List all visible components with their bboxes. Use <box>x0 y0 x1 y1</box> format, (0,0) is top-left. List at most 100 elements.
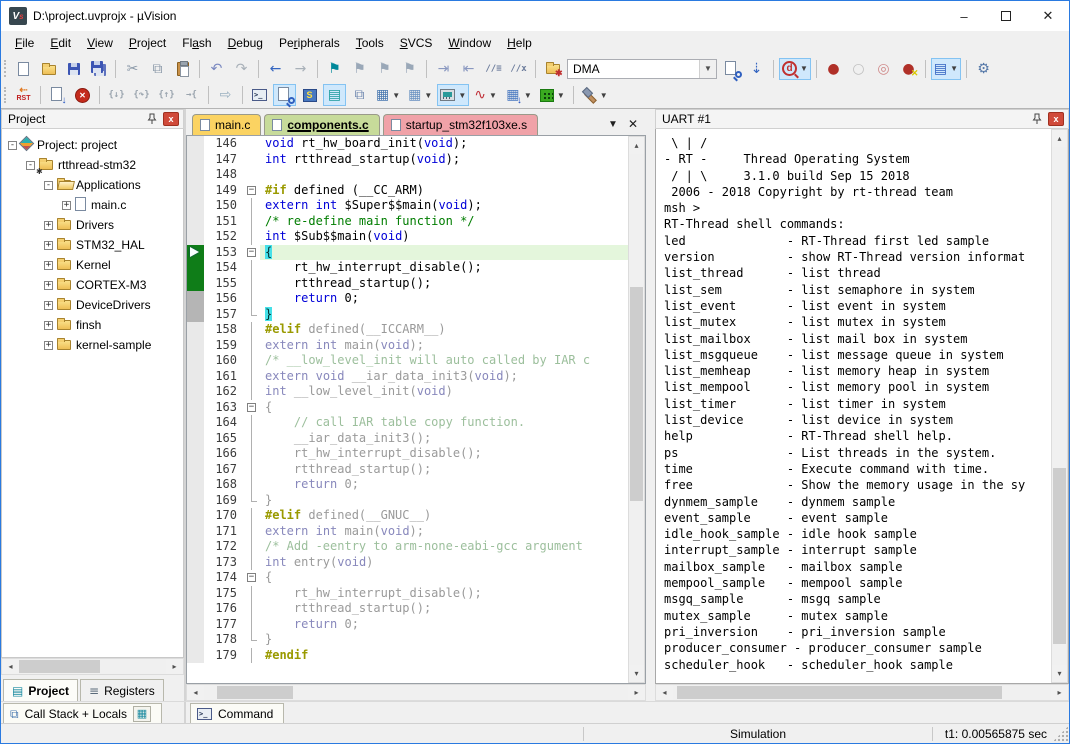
cut-button[interactable]: ✂ <box>121 58 144 80</box>
tree-expander-icon[interactable]: + <box>62 201 71 210</box>
run-button[interactable]: ↓ <box>46 84 69 106</box>
code-text[interactable]: { <box>260 400 628 416</box>
code-text[interactable]: /* Add -eentry to arm-none-eabi-gcc argu… <box>260 539 628 555</box>
code-text[interactable]: void rt_hw_board_init(void); <box>260 136 628 152</box>
tree-item-drivers[interactable]: +Drivers <box>2 215 183 235</box>
scroll-track[interactable] <box>204 685 628 700</box>
code-text[interactable]: rtthread_startup(); <box>260 601 628 617</box>
tab-list-dropdown-icon[interactable]: ▼ <box>608 119 618 130</box>
scroll-track[interactable] <box>673 685 1051 700</box>
code-line-163[interactable]: 163−{ <box>187 400 628 416</box>
code-text[interactable]: int entry(void) <box>260 555 628 571</box>
tree-item-finsh[interactable]: +finsh <box>2 315 183 335</box>
step-into-button[interactable]: {↓} <box>105 84 128 106</box>
code-line-168[interactable]: 168 return 0; <box>187 477 628 493</box>
menu-window[interactable]: Window <box>440 33 499 53</box>
code-line-169[interactable]: 169} <box>187 493 628 509</box>
redo-button[interactable]: ↷ <box>230 58 253 80</box>
tree-item-kernel[interactable]: +Kernel <box>2 255 183 275</box>
navigate-back-button[interactable]: ← <box>264 58 287 80</box>
tools-button[interactable]: ▼ <box>579 84 611 106</box>
code-text[interactable]: #if defined (__CC_ARM) <box>260 183 628 199</box>
code-line-164[interactable]: 164 // call IAR table copy function. <box>187 415 628 431</box>
uart-horizontal-scrollbar[interactable]: ◂ ▸ <box>655 684 1069 701</box>
menu-svcs[interactable]: SVCS <box>392 33 441 53</box>
editor-vertical-scrollbar[interactable]: ▴ ▾ <box>628 136 645 683</box>
close-button[interactable]: ✕ <box>1027 1 1069 31</box>
scroll-left-icon[interactable]: ◂ <box>656 685 673 700</box>
code-text[interactable]: /* __low_level_init will auto called by … <box>260 353 628 369</box>
fold-margin[interactable]: − <box>245 570 260 586</box>
tree-expander-icon[interactable]: + <box>44 321 53 330</box>
code-line-149[interactable]: 149−#if defined (__CC_ARM) <box>187 183 628 199</box>
step-out-button[interactable]: {↑} <box>155 84 178 106</box>
code-line-172[interactable]: 172/* Add -eentry to arm-none-eabi-gcc a… <box>187 539 628 555</box>
tree-item-devicedrivers[interactable]: +DeviceDrivers <box>2 295 183 315</box>
editor-uart-splitter[interactable] <box>646 109 655 701</box>
editor-horizontal-scrollbar[interactable]: ◂ ▸ <box>186 684 646 701</box>
editor-tab-main-c[interactable]: main.c <box>192 114 261 135</box>
maximize-button[interactable] <box>985 1 1027 31</box>
code-line-177[interactable]: 177 return 0; <box>187 617 628 633</box>
code-line-160[interactable]: 160/* __low_level_init will auto called … <box>187 353 628 369</box>
undo-button[interactable]: ↶ <box>205 58 228 80</box>
find-next-button[interactable] <box>720 58 743 80</box>
menu-tools[interactable]: Tools <box>348 33 392 53</box>
tree-expander-icon[interactable]: + <box>44 281 53 290</box>
menu-help[interactable]: Help <box>499 33 540 53</box>
analysis-windows-button[interactable]: ∿▼ <box>471 84 500 106</box>
editor-tab-startup-stm32f103xe-s[interactable]: startup_stm32f103xe.s <box>383 114 538 135</box>
editor-tab-components-c[interactable]: components.c <box>264 114 379 135</box>
code-text[interactable]: #elif defined(__ICCARM__) <box>260 322 628 338</box>
incremental-find-button[interactable]: ⇣ <box>745 58 768 80</box>
comment-button[interactable]: //≡ <box>482 58 505 80</box>
fold-collapse-icon[interactable]: − <box>247 186 256 195</box>
scroll-up-icon[interactable]: ▴ <box>1052 130 1067 147</box>
code-line-178[interactable]: 178} <box>187 632 628 648</box>
code-line-154[interactable]: 154 rt_hw_interrupt_disable(); <box>187 260 628 276</box>
paste-button[interactable] <box>171 58 194 80</box>
code-text[interactable]: int rtthread_startup(void); <box>260 152 628 168</box>
code-line-158[interactable]: 158#elif defined(__ICCARM__) <box>187 322 628 338</box>
code-line-148[interactable]: 148 <box>187 167 628 183</box>
configure-button[interactable]: ⚙ <box>972 58 995 80</box>
code-line-151[interactable]: 151/* re-define main function */ <box>187 214 628 230</box>
code-line-162[interactable]: 162int __low_level_init(void) <box>187 384 628 400</box>
scroll-track[interactable] <box>629 154 644 665</box>
disassembly-window-button[interactable] <box>273 84 296 106</box>
code-text[interactable]: } <box>260 493 628 509</box>
scroll-right-icon[interactable]: ▸ <box>1051 685 1068 700</box>
call-stack-window-button[interactable]: S <box>298 84 321 106</box>
uart-vertical-scrollbar[interactable]: ▴ ▾ <box>1051 129 1068 683</box>
tree-expander-icon[interactable]: + <box>44 261 53 270</box>
code-line-153[interactable]: 153−{ <box>187 245 628 261</box>
tree-item-stm32-hal[interactable]: +STM32_HAL <box>2 235 183 255</box>
code-text[interactable]: return 0; <box>260 617 628 633</box>
menu-flash[interactable]: Flash <box>174 33 219 53</box>
code-line-166[interactable]: 166 rt_hw_interrupt_disable(); <box>187 446 628 462</box>
scroll-thumb[interactable] <box>19 660 100 673</box>
code-line-155[interactable]: 155 rtthread_startup(); <box>187 276 628 292</box>
tree-item-main-c[interactable]: +main.c <box>2 195 183 215</box>
memory-window-button[interactable]: ▤ <box>323 84 346 106</box>
stop-button[interactable]: ✕ <box>71 84 94 106</box>
scroll-thumb[interactable] <box>1053 468 1066 644</box>
code-text[interactable]: int $Sub$$main(void) <box>260 229 628 245</box>
find-text-combo[interactable]: DMA▼ <box>567 59 717 79</box>
project-tree[interactable]: -Project: project-✱rtthread-stm32-Applic… <box>1 129 184 658</box>
tab-command[interactable]: >_ Command <box>190 703 284 723</box>
tree-expander-icon[interactable]: + <box>44 241 53 250</box>
save-button[interactable] <box>62 58 85 80</box>
scroll-thumb[interactable] <box>630 287 643 502</box>
code-line-179[interactable]: 179#endif <box>187 648 628 664</box>
memory-windows-button[interactable]: ▦▼ <box>405 84 435 106</box>
insert-breakpoint-button[interactable]: ● <box>822 58 845 80</box>
bookmark-prev-button[interactable]: ⚑ <box>348 58 371 80</box>
code-line-176[interactable]: 176 rtthread_startup(); <box>187 601 628 617</box>
code-text[interactable]: rtthread_startup(); <box>260 276 628 292</box>
code-text[interactable]: extern int main(void); <box>260 524 628 540</box>
close-document-icon[interactable]: ✕ <box>628 117 638 131</box>
bookmark-toggle-button[interactable]: ⚑ <box>323 58 346 80</box>
menu-file[interactable]: File <box>7 33 42 53</box>
resize-grip[interactable] <box>1053 726 1069 742</box>
